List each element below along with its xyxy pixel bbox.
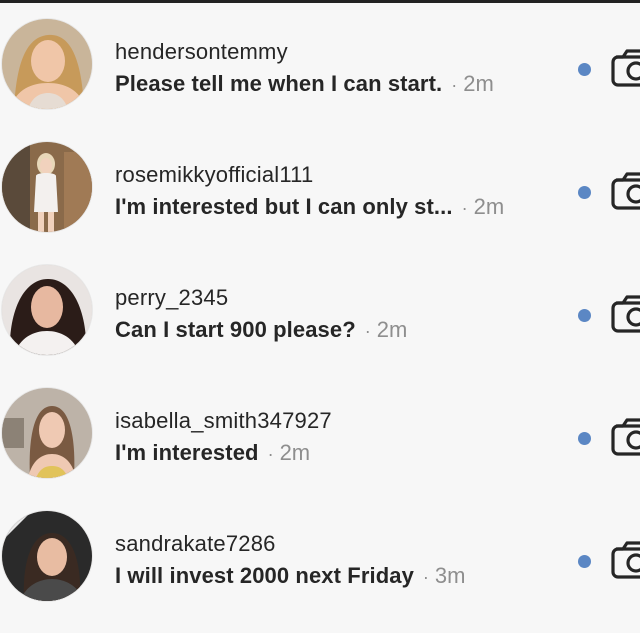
- thread-row[interactable]: isabella_smith347927 I'm interested · 2m: [0, 372, 640, 495]
- avatar-image: [2, 265, 92, 355]
- avatar-image: [2, 142, 92, 232]
- timestamp: 2m: [376, 317, 408, 342]
- avatar-image: [2, 19, 92, 109]
- unread-dot: [578, 432, 591, 445]
- camera-icon[interactable]: [610, 46, 640, 90]
- thread-preview: Please tell me when I can start. · 2m: [115, 71, 494, 97]
- separator-dot: ·: [364, 321, 371, 341]
- timestamp: 2m: [463, 71, 494, 96]
- unread-dot: [578, 555, 591, 568]
- avatar[interactable]: [2, 388, 92, 478]
- separator-dot: ·: [461, 198, 468, 218]
- camera-icon[interactable]: [610, 292, 640, 336]
- timestamp: 3m: [434, 563, 466, 588]
- avatar-image: [2, 511, 92, 601]
- message-preview-text: I'm interested but I can only st...: [115, 194, 453, 219]
- message-preview-text: Can I start 900 please?: [115, 317, 356, 342]
- avatar-image: [2, 388, 92, 478]
- thread-preview: I will invest 2000 next Friday · 3m: [115, 563, 465, 589]
- separator-dot: ·: [422, 567, 429, 587]
- thread-username: isabella_smith347927: [115, 408, 332, 433]
- thread-preview: I'm interested · 2m: [115, 440, 310, 466]
- thread-preview: I'm interested but I can only st... · 2m: [115, 194, 504, 220]
- avatar[interactable]: [2, 19, 92, 109]
- timestamp: 2m: [279, 440, 311, 465]
- message-preview-text: Please tell me when I can start.: [115, 71, 443, 96]
- unread-dot: [578, 63, 591, 76]
- separator-dot: ·: [451, 75, 458, 95]
- thread-username: perry_2345: [115, 285, 229, 310]
- camera-icon[interactable]: [610, 538, 640, 582]
- unread-dot: [578, 186, 591, 199]
- timestamp: 2m: [473, 194, 505, 219]
- camera-icon[interactable]: [610, 415, 640, 459]
- thread-username: rosemikkyofficial111: [115, 162, 314, 187]
- avatar[interactable]: [2, 142, 92, 232]
- message-thread-list: hendersontemmy Please tell me when I can…: [0, 3, 640, 633]
- thread-username: sandrakate7286: [115, 531, 276, 556]
- thread-row[interactable]: perry_2345 Can I start 900 please? · 2m: [0, 249, 640, 372]
- thread-row[interactable]: sandrakate7286 I will invest 2000 next F…: [0, 495, 640, 618]
- thread-row[interactable]: rosemikkyofficial111 I'm interested but …: [0, 126, 640, 249]
- message-preview-text: I'm interested: [115, 440, 259, 465]
- thread-username: hendersontemmy: [115, 39, 288, 64]
- separator-dot: ·: [267, 444, 274, 464]
- message-preview-text: I will invest 2000 next Friday: [115, 563, 414, 588]
- avatar[interactable]: [2, 511, 92, 601]
- unread-dot: [578, 309, 591, 322]
- avatar[interactable]: [2, 265, 92, 355]
- thread-preview: Can I start 900 please? · 2m: [115, 317, 407, 343]
- thread-row[interactable]: hendersontemmy Please tell me when I can…: [0, 3, 640, 126]
- camera-icon[interactable]: [610, 169, 640, 213]
